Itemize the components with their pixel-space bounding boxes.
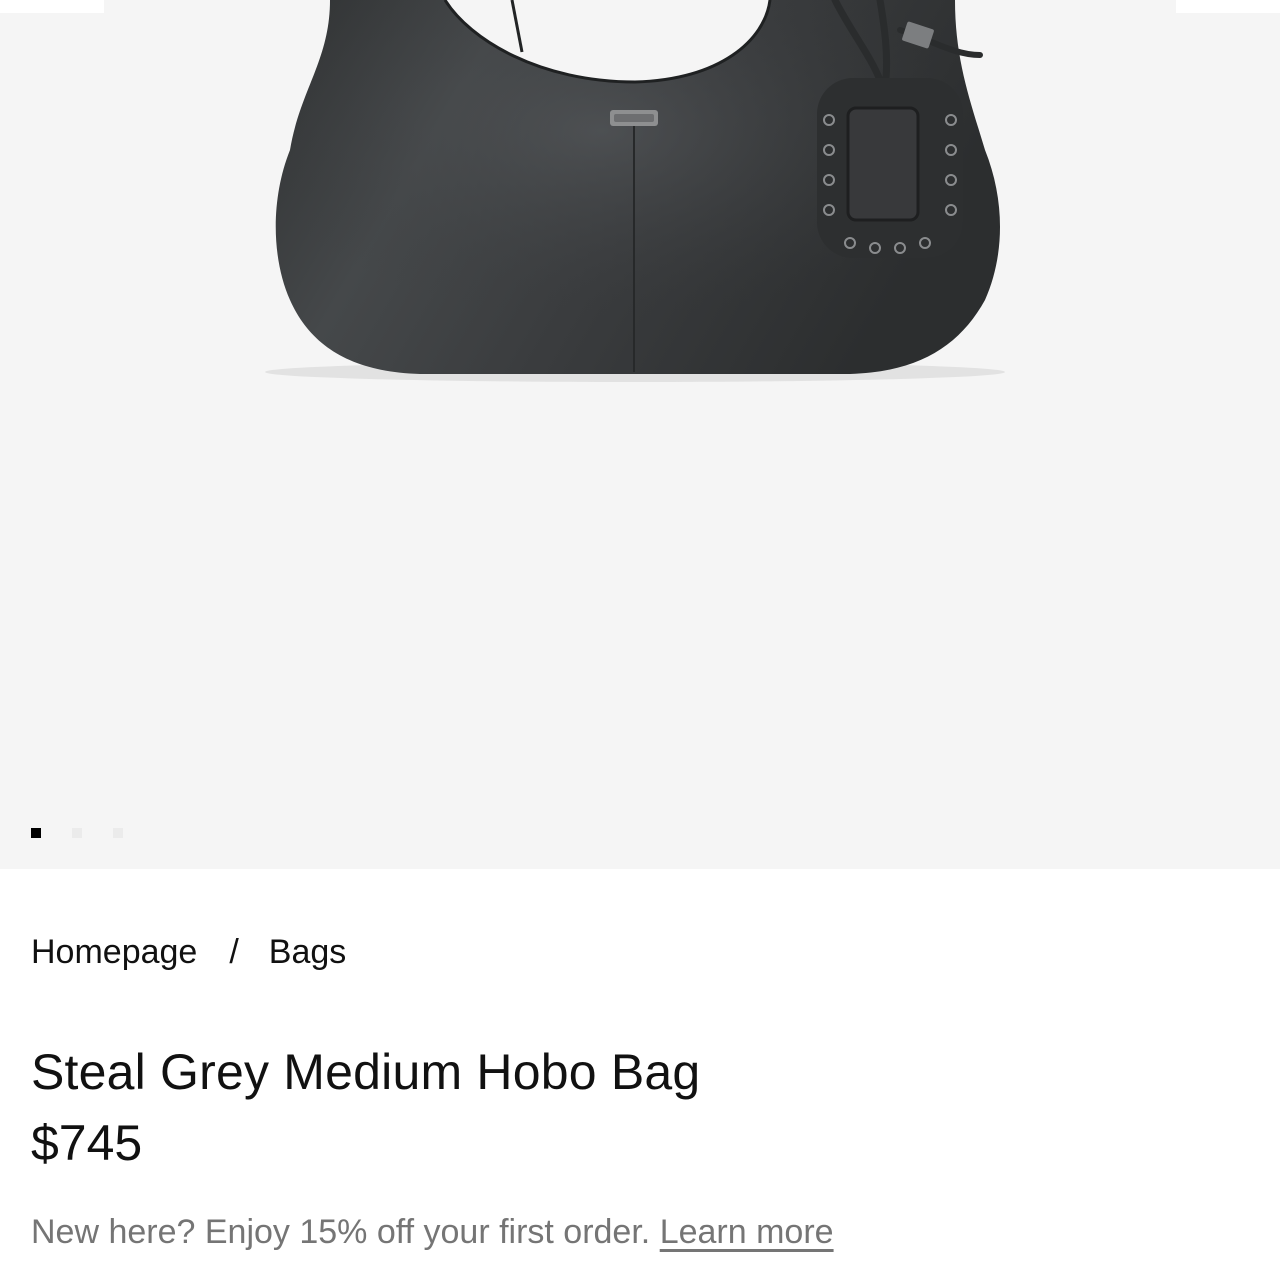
breadcrumb-homepage-link[interactable]: Homepage	[31, 932, 197, 972]
promo-banner: New here? Enjoy 15% off your first order…	[31, 1210, 834, 1254]
promo-text: New here? Enjoy 15% off your first order…	[31, 1213, 651, 1251]
gallery-dot-1[interactable]	[31, 828, 41, 838]
breadcrumb-separator: /	[229, 933, 239, 971]
breadcrumb: Homepage / Bags	[31, 932, 346, 972]
gallery-dot-3[interactable]	[113, 828, 123, 838]
bag-strap-left	[510, 0, 524, 53]
gallery-dot-2[interactable]	[72, 828, 82, 838]
gallery-pagination	[31, 828, 123, 838]
product-image-gallery[interactable]	[0, 0, 1280, 869]
product-image	[265, 0, 1005, 382]
product-price: $745	[31, 1115, 143, 1171]
product-title: Steal Grey Medium Hobo Bag	[31, 1044, 701, 1100]
learn-more-link[interactable]: Learn more	[660, 1213, 834, 1251]
breadcrumb-bags-link[interactable]: Bags	[269, 932, 347, 972]
